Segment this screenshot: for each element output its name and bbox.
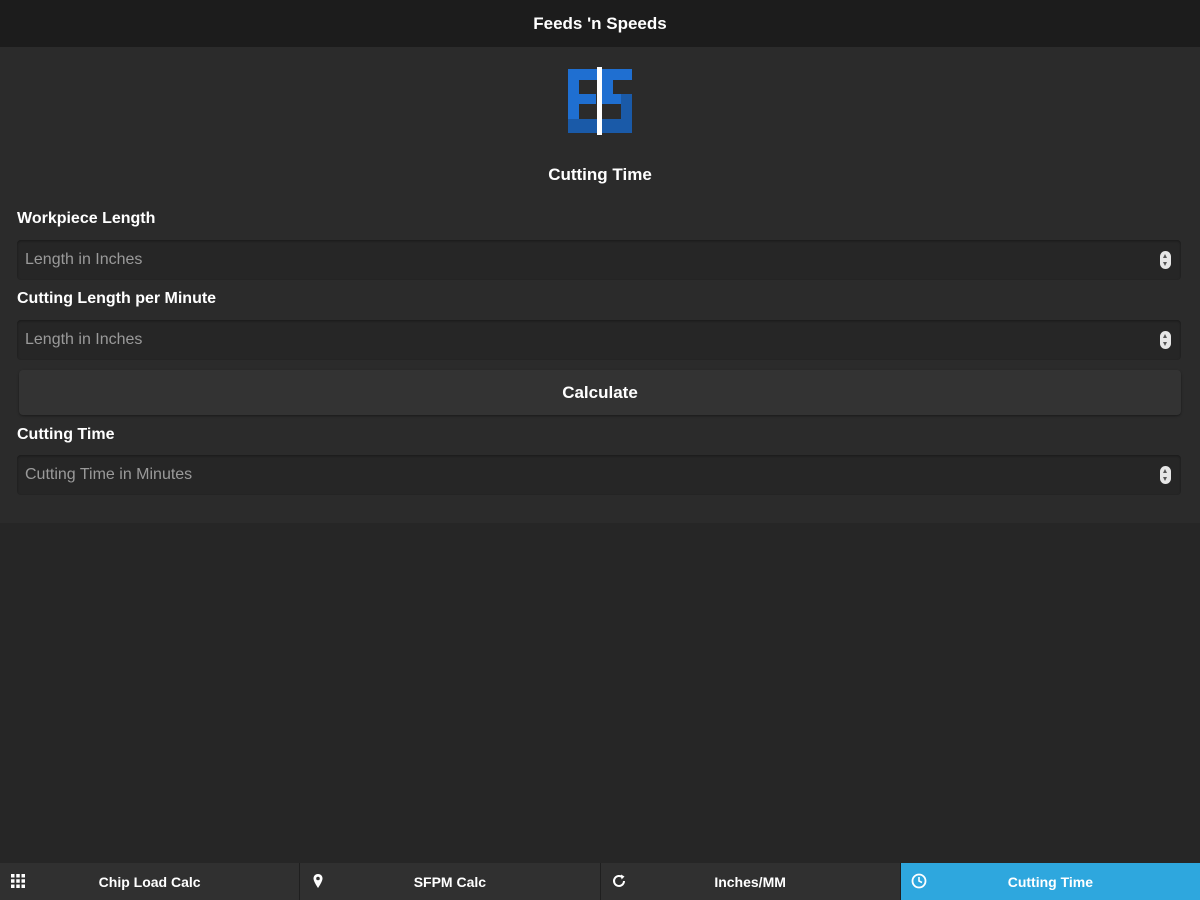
- tab-chip-load-calc[interactable]: Chip Load Calc: [0, 863, 301, 900]
- main-panel: Cutting Time Workpiece Length Cutting Le…: [0, 47, 1200, 523]
- stepper-icon[interactable]: [1160, 251, 1171, 269]
- stepper-icon[interactable]: [1160, 466, 1171, 484]
- grid-icon: [11, 874, 25, 888]
- header-bar: Feeds 'n Speeds: [0, 0, 1200, 47]
- bottom-tab-bar: Chip Load Calc SFPM Calc Inches/MM Cutti…: [0, 863, 1200, 900]
- cutting-time-input[interactable]: [17, 455, 1137, 495]
- section-title: Cutting Time: [548, 165, 652, 184]
- tab-sfpm-calc[interactable]: SFPM Calc: [300, 863, 601, 900]
- app-title: Feeds 'n Speeds: [533, 13, 667, 33]
- tab-inches-mm[interactable]: Inches/MM: [600, 863, 901, 900]
- app-window: Feeds 'n Speeds Cutting Time Workpiece L…: [0, 0, 1200, 900]
- tab-label: Chip Load Calc: [98, 873, 201, 890]
- fs-logo-icon: [568, 67, 632, 135]
- workpiece-length-field[interactable]: [17, 240, 1181, 280]
- map-pin-icon: [313, 874, 323, 888]
- tab-label: Cutting Time: [1007, 873, 1094, 890]
- cutting-length-input[interactable]: [17, 320, 1137, 360]
- cutting-time-label: Cutting Time: [17, 426, 115, 443]
- clock-icon: [911, 873, 927, 889]
- tab-label: Inches/MM: [714, 873, 786, 890]
- cutting-length-field[interactable]: [17, 320, 1181, 360]
- workpiece-length-input[interactable]: [17, 240, 1137, 280]
- stepper-icon[interactable]: [1160, 331, 1171, 349]
- tab-cutting-time[interactable]: Cutting Time: [900, 863, 1200, 900]
- cutting-time-field[interactable]: [17, 455, 1181, 495]
- calculate-button[interactable]: Calculate: [19, 370, 1181, 415]
- workpiece-length-label: Workpiece Length: [17, 210, 156, 227]
- refresh-icon: [612, 874, 625, 887]
- cutting-length-label: Cutting Length per Minute: [17, 290, 217, 307]
- tab-label: SFPM Calc: [413, 873, 487, 890]
